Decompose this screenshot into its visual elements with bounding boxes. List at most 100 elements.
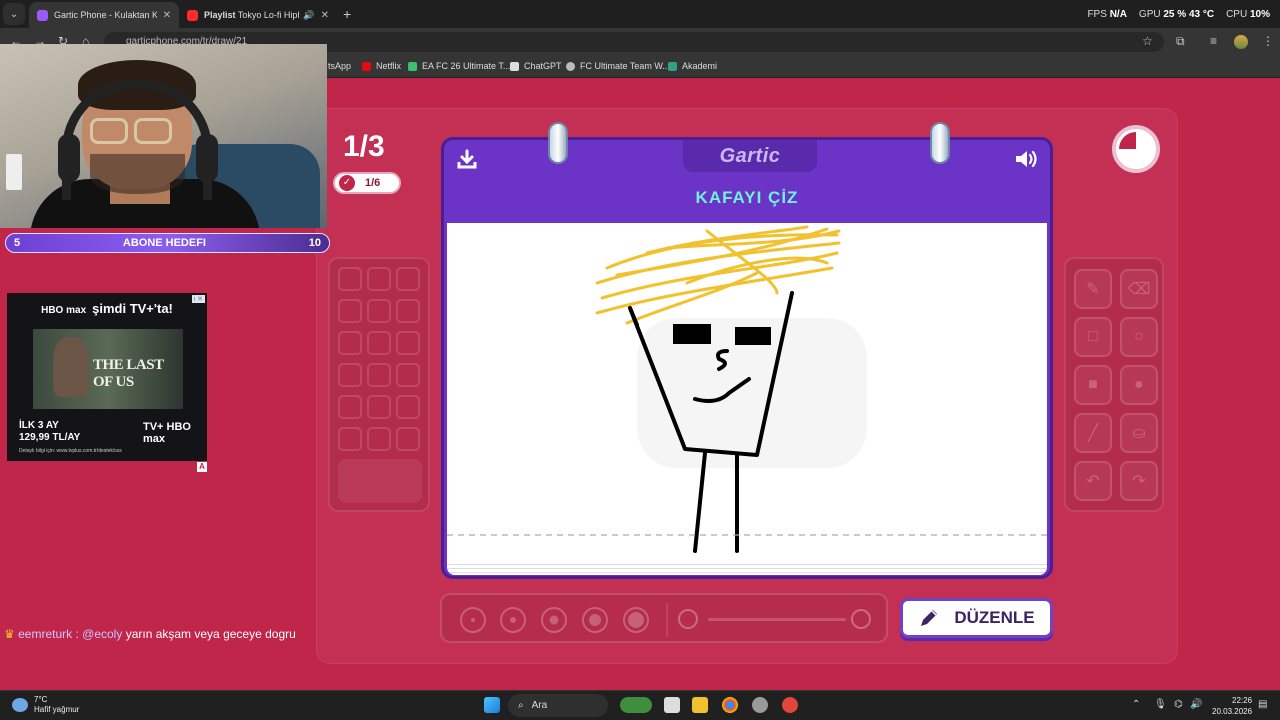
app-icon[interactable]: [752, 697, 768, 713]
color-swatch[interactable]: [367, 363, 391, 387]
divider: [666, 603, 668, 637]
ad-banner[interactable]: i ✕ HBO max şimdi TV+'ta! THE LAST OF US …: [7, 293, 207, 461]
tab-search-button[interactable]: ⌄: [3, 3, 25, 25]
bookmark-label: Akademi: [682, 61, 718, 71]
brush-size-2[interactable]: [500, 607, 526, 633]
color-swatch[interactable]: [367, 267, 391, 291]
bookmark-ea-fc[interactable]: EA FC 26 Ultimate T...: [408, 61, 510, 71]
crown-icon: ♛: [4, 627, 15, 641]
clock[interactable]: 22:26 20.03.2026: [1212, 695, 1252, 717]
color-swatch[interactable]: [396, 331, 420, 355]
chat-username: eemreturk: [18, 627, 73, 641]
bookmark-akademi[interactable]: Akademi: [668, 61, 717, 71]
profile-avatar[interactable]: [1234, 35, 1248, 49]
headphones: [62, 80, 212, 200]
pen-icon[interactable]: ✎: [1074, 269, 1112, 309]
bookmark-label: Netflix: [376, 61, 402, 71]
close-tab-icon[interactable]: ✕: [163, 10, 171, 21]
color-swatch[interactable]: [367, 299, 391, 323]
color-swatch[interactable]: [367, 427, 391, 451]
color-swatch[interactable]: [396, 267, 420, 291]
goal-start: 5: [14, 237, 21, 249]
opacity-slider-handle[interactable]: [851, 609, 871, 629]
bucket-icon[interactable]: ⛀: [1120, 413, 1158, 453]
widgets-icon[interactable]: [620, 697, 652, 713]
file-explorer-icon[interactable]: [692, 697, 708, 713]
bookmark-netflix[interactable]: Netflix: [362, 61, 401, 71]
microphone-icon[interactable]: 🎙: [1154, 699, 1167, 710]
drawing: [447, 225, 1047, 553]
brush-size-4[interactable]: [582, 607, 608, 633]
chrome-icon[interactable]: [722, 697, 738, 713]
cup: [6, 154, 22, 190]
bookmark-star-icon[interactable]: ☆: [1142, 34, 1153, 48]
drawing-prompt: KAFAYI ÇİZ: [695, 188, 799, 207]
close-tab-icon[interactable]: ✕: [321, 10, 329, 21]
bookmark-label: tsApp: [328, 61, 352, 71]
players-done-pill: ✓ 1/6: [333, 172, 401, 194]
color-swatch[interactable]: [396, 363, 420, 387]
volume-icon[interactable]: 🔊: [1190, 699, 1202, 710]
color-swatch[interactable]: [367, 395, 391, 419]
color-swatch[interactable]: [338, 363, 362, 387]
opacity-min-dot[interactable]: [678, 609, 698, 629]
bookmark-fc-ut[interactable]: FC Ultimate Team W...: [566, 61, 670, 71]
eraser-icon[interactable]: ⌫: [1120, 269, 1158, 309]
round-counter: 1/3: [343, 130, 385, 163]
taskbar-search[interactable]: ⌕ Ara: [508, 694, 608, 717]
task-view-icon[interactable]: [664, 697, 680, 713]
timer-icon: [1112, 125, 1160, 173]
edit-button[interactable]: DÜZENLE: [900, 598, 1053, 638]
weather-widget[interactable]: 7°C Hafif yağmur: [12, 695, 79, 715]
opacity-slider[interactable]: [708, 618, 846, 621]
color-swatch[interactable]: [396, 299, 420, 323]
drawing-canvas[interactable]: [447, 223, 1047, 575]
tab-playlist[interactable]: Playlist Tokyo Lo-fi Hiphop 🔊 ✕: [179, 2, 337, 28]
color-swatch[interactable]: [338, 299, 362, 323]
bookmark-label: ChatGPT: [524, 61, 562, 71]
search-label: Ara: [531, 700, 548, 711]
media-control-icon[interactable]: ≡: [1210, 34, 1217, 48]
circle-icon[interactable]: ○: [1120, 317, 1158, 357]
new-tab-button[interactable]: +: [343, 6, 351, 22]
color-swatch[interactable]: [396, 427, 420, 451]
ad-headline: HBO max şimdi TV+'ta!: [41, 301, 173, 316]
brush-size-1[interactable]: [460, 607, 486, 633]
pencil-icon: [921, 610, 938, 626]
tray-overflow-icon[interactable]: ⌃: [1132, 699, 1140, 710]
windows-start-icon[interactable]: [484, 697, 500, 713]
line-icon[interactable]: ╱: [1074, 413, 1112, 453]
binder-ring: [930, 122, 950, 164]
extensions-icon[interactable]: ⧉: [1176, 34, 1185, 49]
color-swatch[interactable]: [396, 395, 420, 419]
network-icon[interactable]: ⌬: [1174, 699, 1183, 710]
redo-icon[interactable]: ↷: [1120, 461, 1158, 501]
bookmark-chatgpt[interactable]: ChatGPT: [510, 61, 562, 71]
filled-circle-icon[interactable]: ●: [1120, 365, 1158, 405]
rectangle-icon[interactable]: □: [1074, 317, 1112, 357]
download-icon[interactable]: [456, 148, 478, 176]
menu-icon[interactable]: ⋮: [1262, 34, 1274, 48]
headphone-ear: [196, 134, 218, 182]
sound-icon[interactable]: [1014, 148, 1040, 175]
brush-size-5[interactable]: [623, 607, 649, 633]
ad-poster: THE LAST OF US: [33, 329, 183, 409]
ad-brand-logo: TV+ HBO max: [143, 421, 191, 445]
ad-fineprint: Detaylı bilgi için: www.tvplus.com.tr/de…: [19, 448, 122, 454]
paper-edges: [447, 561, 1047, 575]
bookmark-whatsapp[interactable]: tsApp: [328, 61, 351, 71]
notifications-icon[interactable]: ▤: [1258, 699, 1267, 710]
speaker-icon[interactable]: 🔊: [303, 10, 314, 21]
color-swatch[interactable]: [367, 331, 391, 355]
color-swatch[interactable]: [338, 395, 362, 419]
tab-gartic[interactable]: Gartic Phone - Kulaktan Kulağa ✕: [29, 2, 179, 28]
color-swatch[interactable]: [338, 331, 362, 355]
color-swatch[interactable]: [338, 427, 362, 451]
undo-icon[interactable]: ↶: [1074, 461, 1112, 501]
netflix-icon: [362, 61, 371, 71]
filled-rectangle-icon[interactable]: ■: [1074, 365, 1112, 405]
brush-size-3[interactable]: [541, 607, 567, 633]
time: 22:26: [1232, 696, 1253, 705]
color-swatch[interactable]: [338, 267, 362, 291]
app-icon[interactable]: [782, 697, 798, 713]
